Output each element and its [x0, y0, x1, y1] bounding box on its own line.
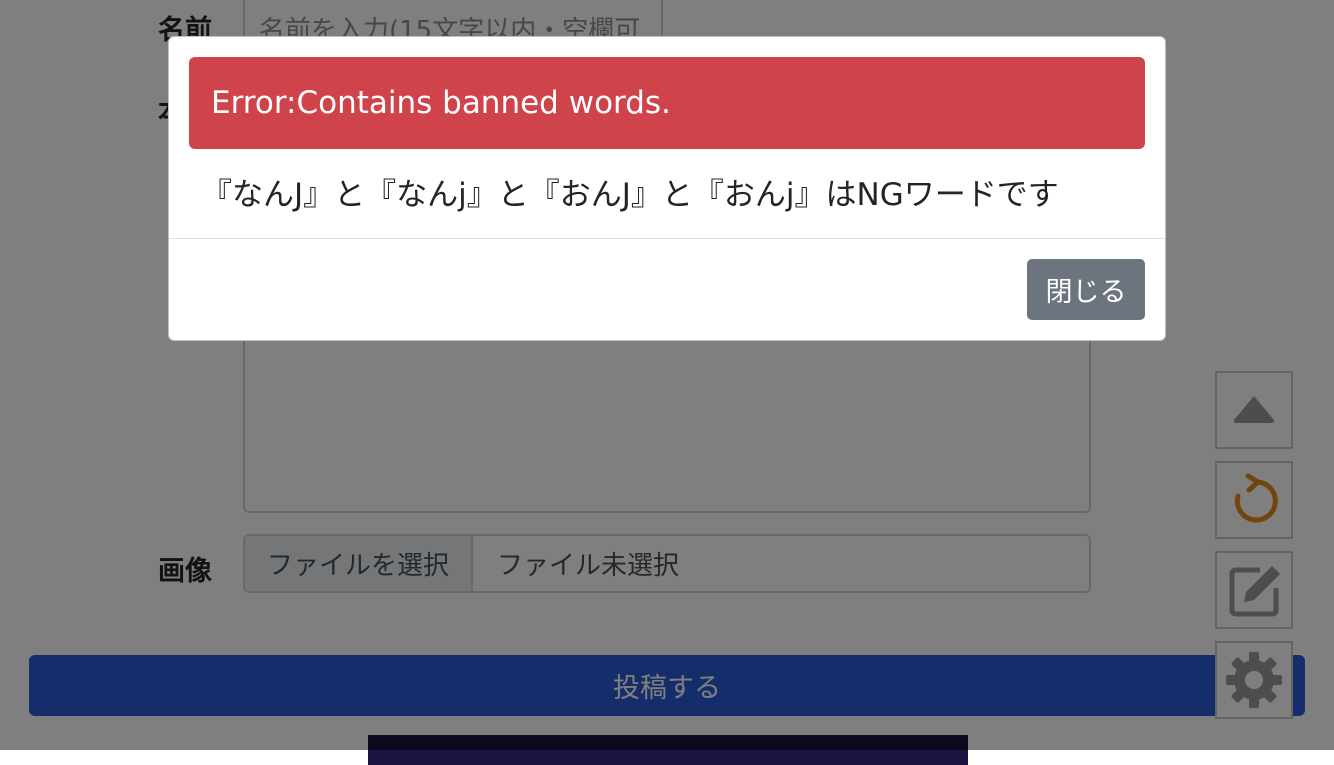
error-alert: Error:Contains banned words.: [189, 57, 1145, 149]
close-button[interactable]: 閉じる: [1027, 259, 1145, 320]
modal-divider: [169, 238, 1165, 239]
error-message: 『なんJ』と『なんj』と『おんJ』と『おんj』はNGワードです: [201, 177, 1059, 213]
error-modal: Error:Contains banned words. 『なんJ』と『なんj』…: [168, 36, 1166, 341]
